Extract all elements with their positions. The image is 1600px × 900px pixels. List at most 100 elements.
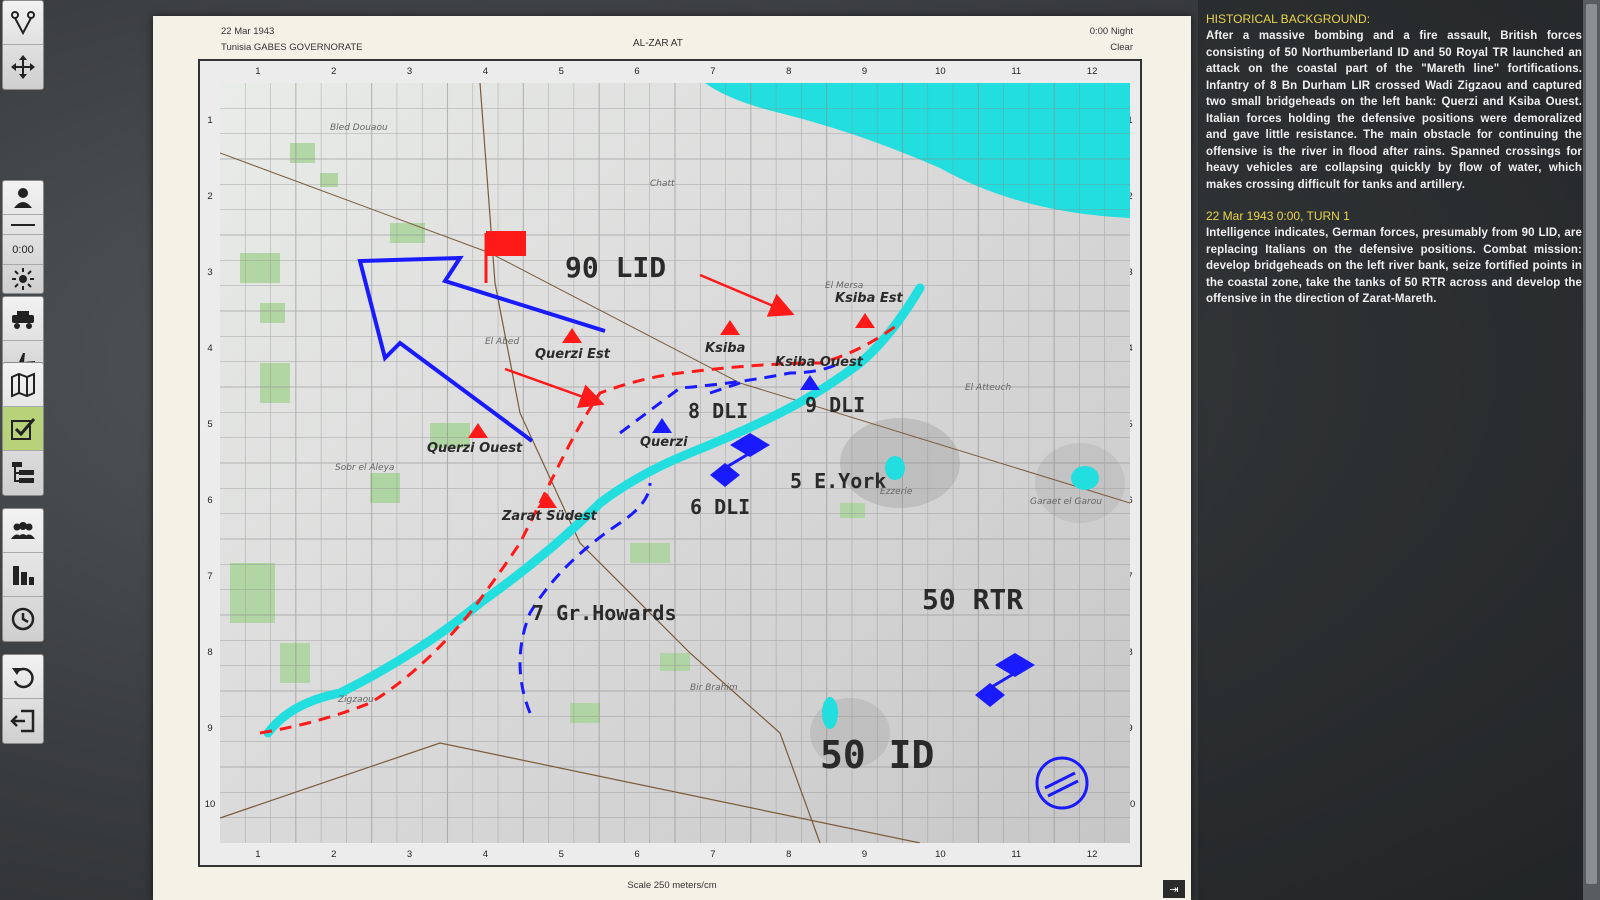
row-label-left: 1 bbox=[207, 115, 213, 126]
column-label-bottom: 6 bbox=[634, 849, 640, 860]
unit-label-5eyork: 5 E.York bbox=[790, 469, 887, 493]
row-label-left: 10 bbox=[204, 799, 216, 810]
tool-group-system bbox=[2, 654, 44, 744]
place-querzi-est: Querzi Est bbox=[535, 347, 610, 362]
column-label-top: 2 bbox=[331, 66, 337, 77]
clock-tool-button[interactable] bbox=[3, 597, 43, 641]
undo-tool-button[interactable] bbox=[3, 655, 43, 699]
orders-tool-button[interactable] bbox=[3, 407, 43, 451]
unit-label-50rtr: 50 RTR bbox=[922, 583, 1024, 616]
column-label-bottom: 5 bbox=[558, 849, 564, 860]
background-title: HISTORICAL BACKGROUND: bbox=[1206, 12, 1371, 26]
tool-group-info bbox=[2, 508, 44, 642]
forces-tool-button[interactable] bbox=[3, 509, 43, 553]
clock-icon bbox=[11, 607, 35, 631]
column-label-bottom: 1 bbox=[255, 849, 261, 860]
place-sobr-el-aleya: Sobr el Aleya bbox=[335, 463, 395, 473]
collapse-map-button[interactable]: ⇥ bbox=[1163, 880, 1185, 898]
tool-group-navigation bbox=[2, 0, 44, 90]
place-ezzerie: Ezzerie bbox=[880, 487, 913, 497]
column-label-top: 10 bbox=[935, 66, 946, 77]
place-ksiba-est: Ksiba Est bbox=[835, 291, 903, 306]
row-label-left: 2 bbox=[207, 191, 213, 202]
lake bbox=[822, 697, 838, 729]
column-label-top: 1 bbox=[255, 66, 261, 77]
place-garaet: Garaet el Garou bbox=[1030, 497, 1102, 507]
column-label-bottom: 8 bbox=[786, 849, 792, 860]
place-ksiba: Ksiba bbox=[705, 341, 746, 356]
map-time: 0:00 Night bbox=[1089, 26, 1133, 37]
column-label-top: 3 bbox=[406, 66, 413, 77]
left-toolbar: 0:00 bbox=[0, 0, 46, 900]
place-zarat-sudest: Zarat Südest bbox=[502, 509, 597, 524]
column-label-top: 11 bbox=[1011, 66, 1022, 77]
stats-tool-button[interactable] bbox=[3, 553, 43, 597]
route-tool-button[interactable] bbox=[3, 1, 43, 45]
enemy-division-label: 90 LID bbox=[565, 251, 667, 284]
exit-tool-button[interactable] bbox=[3, 699, 43, 743]
column-label-top: 8 bbox=[786, 66, 792, 77]
place-el-mersa: El Mersa bbox=[825, 281, 864, 291]
place-ksiba-ouest: Ksiba Ouest bbox=[775, 355, 863, 370]
group-icon bbox=[11, 521, 35, 539]
column-label-bottom: 2 bbox=[331, 849, 337, 860]
undo-icon bbox=[12, 667, 34, 688]
briefing-panel: HISTORICAL BACKGROUND: After a massive b… bbox=[1198, 0, 1590, 900]
turn-title: 22 Mar 1943 0:00, TURN 1 bbox=[1206, 209, 1350, 223]
briefing-scrollbar[interactable] bbox=[1583, 0, 1600, 900]
route-icon bbox=[11, 10, 35, 35]
column-label-bottom: 4 bbox=[482, 849, 489, 860]
place-el-atteuch: El Atteuch bbox=[965, 383, 1012, 393]
place-el-abed: El Abed bbox=[485, 337, 520, 347]
scrollbar-thumb[interactable] bbox=[1586, 4, 1597, 884]
hierarchy-tool-button[interactable] bbox=[3, 451, 43, 495]
sea-area bbox=[705, 83, 1130, 218]
time-separator bbox=[3, 215, 43, 235]
unit-tool-button[interactable] bbox=[3, 181, 43, 215]
sun-icon bbox=[12, 268, 34, 290]
column-label-bottom: 7 bbox=[710, 849, 716, 860]
map-tool-button[interactable] bbox=[3, 363, 43, 407]
unit-label-7grhowards: 7 Gr.Howards bbox=[532, 601, 677, 625]
row-label-left: 4 bbox=[207, 343, 213, 354]
map-icon bbox=[11, 371, 35, 398]
column-label-top: 4 bbox=[482, 66, 489, 77]
vegetation bbox=[230, 143, 865, 723]
weather-tool-button[interactable] bbox=[3, 265, 43, 293]
column-label-bottom: 10 bbox=[935, 849, 946, 860]
column-label-top: 9 bbox=[861, 66, 868, 77]
enemy-move-arrow bbox=[699, 273, 795, 317]
move-tool-button[interactable] bbox=[3, 45, 43, 89]
place-querzi-ouest: Querzi Ouest bbox=[427, 441, 523, 456]
column-label-bottom: 11 bbox=[1011, 849, 1022, 860]
vehicle-tool-button[interactable] bbox=[3, 297, 43, 341]
checkbox-icon bbox=[11, 417, 36, 440]
column-label-bottom: 9 bbox=[861, 849, 868, 860]
map-weather: Clear bbox=[1110, 42, 1133, 53]
hierarchy-icon bbox=[12, 462, 34, 483]
unit-label-8dli: 8 DLI bbox=[688, 399, 749, 423]
bar-chart-icon bbox=[13, 565, 34, 585]
person-icon bbox=[14, 187, 32, 208]
map-region: Tunisia GABES GOVERNORATE bbox=[221, 42, 363, 53]
armor-symbol-50rtr bbox=[975, 653, 1035, 707]
lake bbox=[1071, 466, 1099, 490]
time-readout: 0:00 bbox=[3, 235, 43, 265]
column-label-bottom: 3 bbox=[406, 849, 413, 860]
column-label-top: 6 bbox=[634, 66, 640, 77]
background-text: After a massive bombing and a fire assau… bbox=[1206, 30, 1582, 191]
place-chatt: Chatt bbox=[650, 179, 675, 189]
column-label-top: 7 bbox=[710, 66, 716, 77]
lake bbox=[885, 456, 905, 480]
dash-icon bbox=[11, 223, 35, 226]
row-label-left: 8 bbox=[207, 647, 213, 658]
unit-label-6dli: 6 DLI bbox=[690, 495, 751, 519]
map-scale: Scale 250 meters/cm bbox=[627, 880, 717, 891]
map-date: 22 Mar 1943 bbox=[221, 26, 275, 37]
place-bled-douaou: Bled Douaou bbox=[330, 123, 388, 133]
tactical-map[interactable]: 90 LID 50 ID 50 RTR 8 DLI 9 DLI 6 DLI 5 … bbox=[220, 83, 1130, 843]
friendly-division-label: 50 ID bbox=[820, 733, 935, 777]
enemy-move-arrow bbox=[504, 367, 605, 409]
column-label-bottom: 12 bbox=[1086, 849, 1098, 860]
place-bir-brahim: Bir Brahim bbox=[690, 683, 738, 693]
